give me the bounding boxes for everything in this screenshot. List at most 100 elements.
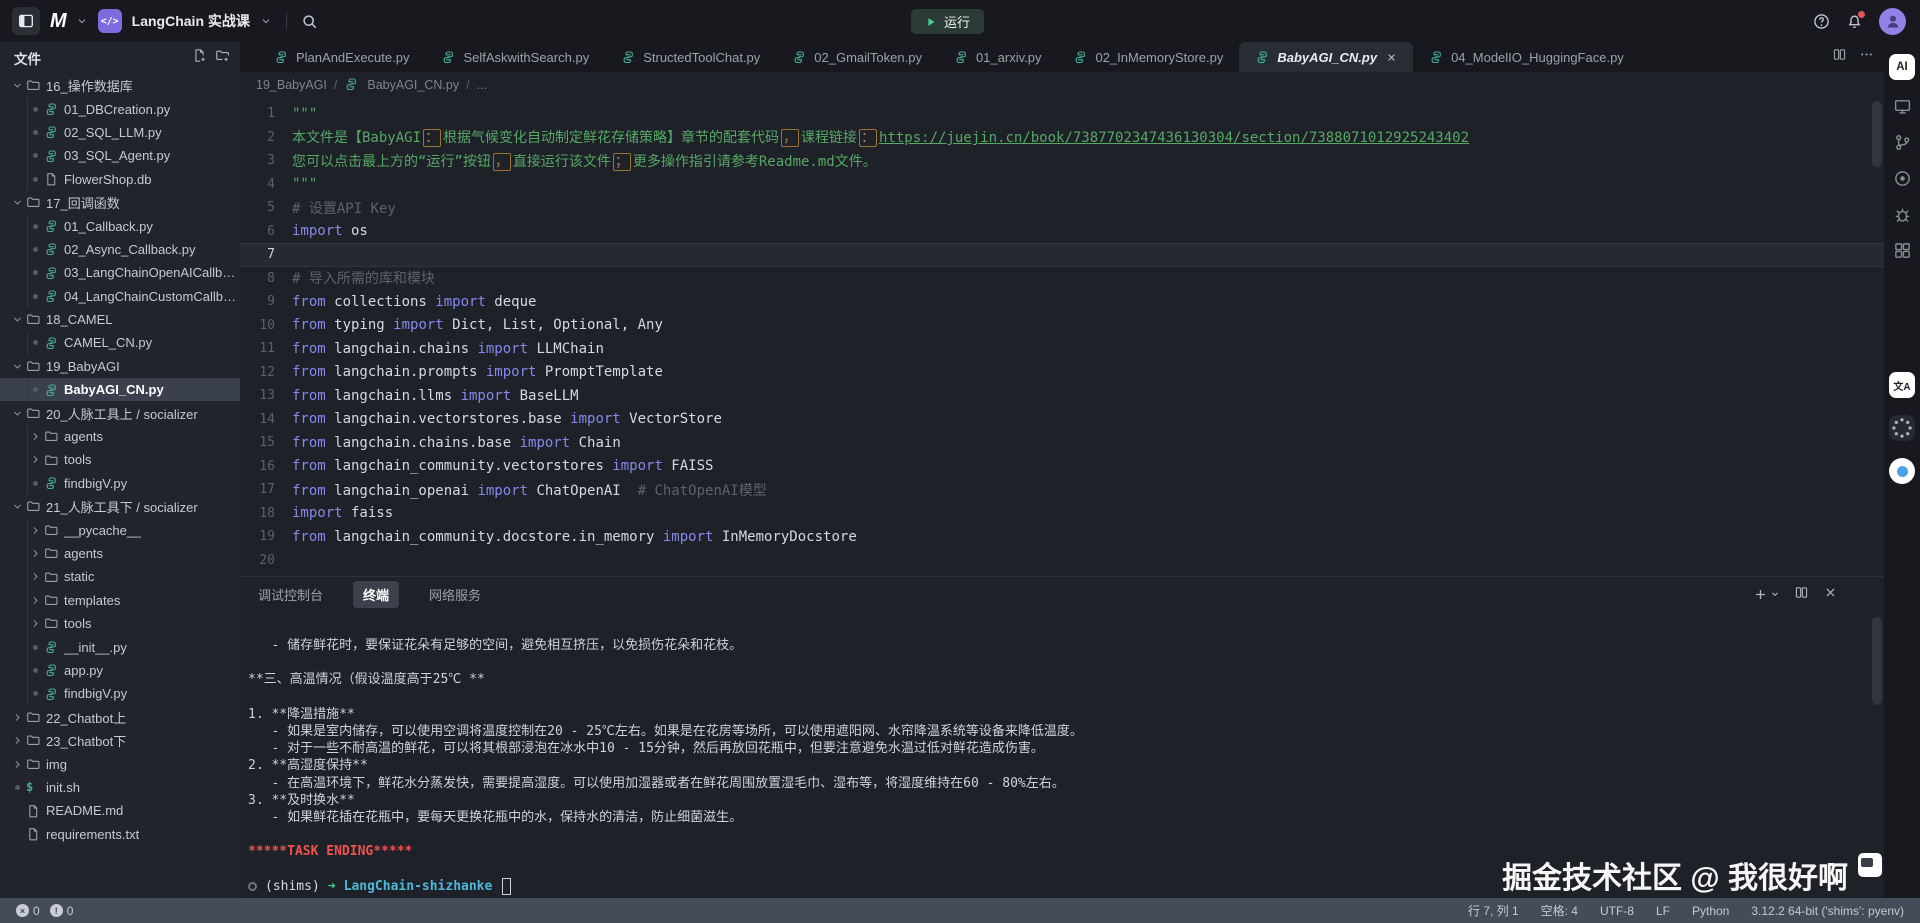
monitor-icon[interactable] <box>1893 97 1912 116</box>
tree-item[interactable]: 01_DBCreation.py <box>0 97 240 120</box>
status-item[interactable]: 3.12.2 64-bit ('shims': pyenv) <box>1751 904 1904 918</box>
tree-item[interactable]: findbigV.py <box>0 682 240 705</box>
new-folder-icon[interactable] <box>215 48 230 68</box>
tree-item[interactable]: templates <box>0 589 240 612</box>
logo-chevron-down-icon[interactable] <box>76 15 88 27</box>
target-icon[interactable] <box>1893 169 1912 188</box>
status-item[interactable]: LF <box>1656 904 1670 918</box>
help-icon[interactable] <box>1813 13 1830 30</box>
tree-item[interactable]: 21_人脉工具下 / socializer <box>0 495 240 518</box>
translate-button[interactable]: 文A <box>1889 372 1915 398</box>
tree-item[interactable]: 19_BabyAGI <box>0 355 240 378</box>
status-item[interactable]: Python <box>1692 904 1729 918</box>
tree-item[interactable]: 17_回调函数 <box>0 191 240 214</box>
tree-item[interactable]: BabyAGI_CN.py <box>0 378 240 401</box>
status-item[interactable]: UTF-8 <box>1600 904 1634 918</box>
ai-assistant-button[interactable]: AI <box>1889 54 1915 80</box>
close-icon[interactable] <box>1386 52 1397 63</box>
problems-warnings[interactable]: ! 0 <box>50 904 74 918</box>
chevron-right-icon <box>30 618 44 629</box>
tree-item[interactable]: 16_操作数据库 <box>0 74 240 97</box>
terminal-scrollbar[interactable] <box>1872 617 1882 705</box>
tree-item[interactable]: 20_人脉工具上 / socializer <box>0 401 240 424</box>
layout-sidebar-icon <box>17 12 35 30</box>
code-line: 1""" <box>240 102 1884 126</box>
status-item[interactable]: 空格: 4 <box>1541 902 1578 919</box>
code-segment: langchain.llms <box>326 388 461 404</box>
tree-item[interactable]: __init__.py <box>0 635 240 658</box>
panel-tab[interactable]: 调试控制台 <box>248 581 333 608</box>
grid-icon[interactable] <box>1893 241 1912 260</box>
modified-dot <box>30 294 44 299</box>
editor-tab[interactable]: SelfAskwithSearch.py <box>425 42 605 72</box>
tree-item[interactable]: 02_SQL_LLM.py <box>0 121 240 144</box>
editor-tab[interactable]: 02_GmailToken.py <box>776 42 938 72</box>
editor-tab[interactable]: 04_ModelIO_HuggingFace.py <box>1413 42 1640 72</box>
community-button[interactable] <box>1889 458 1915 484</box>
project-name[interactable]: LangChain 实战课 <box>132 11 250 31</box>
toggle-sidebar-button[interactable] <box>12 7 40 35</box>
code-segment: faiss <box>343 505 394 521</box>
warning-icon: ! <box>50 904 63 917</box>
tree-item[interactable]: 18_CAMEL <box>0 308 240 331</box>
code-segment: import <box>461 388 512 404</box>
tree-item[interactable]: __pycache__ <box>0 518 240 541</box>
tree-item[interactable]: tools <box>0 612 240 635</box>
code-editor[interactable]: 1"""2本文件是【BabyAGI：根据气候变化自动制定鲜花存储策略】章节的配套… <box>240 97 1884 576</box>
more-actions-icon[interactable] <box>1859 47 1874 67</box>
tree-item[interactable]: 01_Callback.py <box>0 214 240 237</box>
code-segment: import <box>520 435 571 451</box>
folder-icon <box>44 429 64 444</box>
bug-icon[interactable] <box>1893 205 1912 224</box>
tree-item[interactable]: FlowerShop.db <box>0 168 240 191</box>
git-branch-icon[interactable] <box>1893 133 1912 152</box>
tree-item[interactable]: static <box>0 565 240 588</box>
indent-guide <box>27 144 28 167</box>
close-panel-icon[interactable] <box>1823 585 1838 603</box>
editor-tab[interactable]: 02_InMemoryStore.py <box>1057 42 1239 72</box>
editor-tab[interactable]: PlanAndExecute.py <box>258 42 425 72</box>
tree-item[interactable]: 23_Chatbot下 <box>0 729 240 752</box>
editor-tab[interactable]: 01_arxiv.py <box>938 42 1058 72</box>
tree-item[interactable]: agents <box>0 425 240 448</box>
avatar[interactable] <box>1879 8 1906 35</box>
editor-tab[interactable]: StructedToolChat.py <box>605 42 776 72</box>
tree-item[interactable]: 04_LangChainCustomCallback.... <box>0 285 240 308</box>
new-terminal-button[interactable] <box>1753 587 1780 602</box>
tree-item[interactable]: 02_Async_Callback.py <box>0 238 240 261</box>
tree-item[interactable]: img <box>0 752 240 775</box>
tree-item[interactable]: README.md <box>0 799 240 822</box>
breadcrumb-folder[interactable]: 19_BabyAGI <box>256 78 327 92</box>
chevron-right-icon <box>30 431 44 442</box>
editor-tab[interactable]: BabyAGI_CN.py <box>1239 42 1413 72</box>
split-panel-icon[interactable] <box>1794 585 1809 603</box>
folder-icon <box>26 406 46 421</box>
tree-item[interactable]: 03_SQL_Agent.py <box>0 144 240 167</box>
tree-item[interactable]: findbigV.py <box>0 472 240 495</box>
tree-item[interactable]: 22_Chatbot上 <box>0 706 240 729</box>
tree-item[interactable]: tools <box>0 448 240 471</box>
split-editor-icon[interactable] <box>1832 47 1847 67</box>
problems-errors[interactable]: × 0 <box>16 904 40 918</box>
tree-item[interactable]: $init.sh <box>0 776 240 799</box>
prompt-path: LangChain-shizhanke <box>344 878 493 895</box>
notifications-button[interactable] <box>1846 13 1863 30</box>
search-icon[interactable] <box>301 13 318 30</box>
project-chevron-down-icon[interactable] <box>260 15 272 27</box>
editor-area: PlanAndExecute.pySelfAskwithSearch.pyStr… <box>240 42 1884 898</box>
tree-item[interactable]: agents <box>0 542 240 565</box>
new-file-icon[interactable] <box>192 48 207 68</box>
panel-tab[interactable]: 终端 <box>353 581 399 608</box>
marscode-logo[interactable]: M <box>50 10 66 33</box>
breadcrumb-more[interactable]: ... <box>477 78 487 92</box>
tree-item[interactable]: 03_LangChainOpenAICallback.... <box>0 261 240 284</box>
run-button[interactable]: 运行 <box>911 9 984 34</box>
breadcrumb-file[interactable]: BabyAGI_CN.py <box>367 78 459 92</box>
panel-tab[interactable]: 网络服务 <box>419 581 491 608</box>
tree-item[interactable]: app.py <box>0 659 240 682</box>
tree-item[interactable]: requirements.txt <box>0 823 240 846</box>
tree-item[interactable]: CAMEL_CN.py <box>0 331 240 354</box>
code-segment: langchain_community.docstore.in_memory <box>326 529 663 545</box>
apps-button[interactable] <box>1889 415 1915 441</box>
status-item[interactable]: 行 7, 列 1 <box>1468 902 1519 919</box>
